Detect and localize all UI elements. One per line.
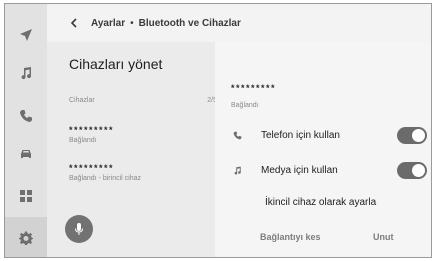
- selected-device-status: Bağlandı: [231, 102, 259, 109]
- rail-apps[interactable]: [5, 176, 47, 216]
- gear-icon: [19, 231, 33, 245]
- rail-settings[interactable]: [5, 217, 47, 257]
- breadcrumb-separator: •: [130, 17, 134, 29]
- toggle-knob: [412, 163, 425, 177]
- rail-vehicle[interactable]: [5, 134, 47, 174]
- device-list-header: Cihazlar 2/5: [69, 97, 217, 104]
- music-note-icon: [231, 164, 243, 176]
- device-status: Bağlandı - birincil cihaz: [69, 175, 141, 182]
- device-list-label: Cihazlar: [69, 97, 95, 104]
- screen-frame: Ayarlar • Bluetooth ve Cihazlar Cihazlar…: [4, 3, 432, 258]
- microphone-icon: [75, 223, 83, 235]
- phone-toggle[interactable]: [397, 126, 427, 144]
- media-toggle[interactable]: [397, 161, 427, 179]
- phone-icon: [231, 129, 243, 141]
- navigation-arrow-icon: [20, 29, 32, 41]
- rail-media[interactable]: [5, 53, 47, 93]
- breadcrumb-current: Bluetooth ve Cihazlar: [138, 17, 241, 29]
- forget-button[interactable]: Unut: [373, 232, 394, 242]
- device-name: *********: [69, 125, 115, 135]
- phone-option-row[interactable]: Telefon için kullan: [231, 123, 427, 147]
- rail-navigation[interactable]: [5, 15, 47, 55]
- phone-icon: [20, 110, 32, 122]
- page-title: Cihazları yönet: [69, 56, 163, 72]
- device-list-panel: Cihazları yönet Cihazlar 2/5 ********* B…: [47, 42, 217, 257]
- device-detail-panel: ********* Bağlandı Telefon için kullan M…: [215, 42, 431, 257]
- device-status: Bağlandı: [69, 137, 97, 144]
- chevron-left-icon: [70, 18, 77, 28]
- toggle-knob: [412, 128, 425, 142]
- selected-device-name: *********: [231, 83, 277, 93]
- breadcrumb: Ayarlar • Bluetooth ve Cihazlar: [47, 4, 431, 42]
- rail-phone[interactable]: [5, 96, 47, 136]
- device-list-item[interactable]: ********* Bağlandı - birincil cihaz: [69, 163, 209, 182]
- set-secondary-button[interactable]: İkincil cihaz olarak ayarla: [265, 197, 376, 208]
- phone-option-label: Telefon için kullan: [261, 129, 340, 141]
- car-icon: [21, 150, 31, 158]
- device-name: *********: [69, 163, 115, 173]
- voice-button[interactable]: [65, 215, 93, 243]
- back-button[interactable]: [63, 12, 85, 34]
- media-option-row[interactable]: Medya için kullan: [231, 158, 427, 182]
- side-rail: [5, 4, 47, 257]
- device-list-item[interactable]: ********* Bağlandı: [69, 125, 209, 144]
- disconnect-button[interactable]: Bağlantıyı kes: [260, 232, 321, 242]
- breadcrumb-parent[interactable]: Ayarlar: [91, 18, 125, 29]
- apps-grid-icon: [20, 190, 32, 202]
- music-note-icon: [21, 67, 32, 80]
- media-option-label: Medya için kullan: [261, 164, 338, 176]
